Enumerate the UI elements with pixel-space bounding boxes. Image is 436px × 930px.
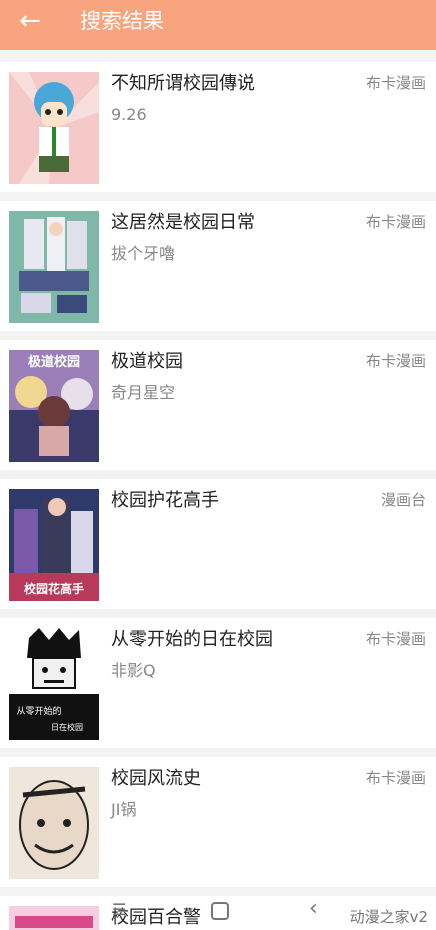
- comic-cover[interactable]: [9, 767, 99, 879]
- comic-cover[interactable]: [9, 211, 99, 323]
- result-card[interactable]: 校园风流史 JI锅 布卡漫画: [0, 757, 436, 887]
- result-card[interactable]: 不知所谓校园傳说 9.26 布卡漫画: [0, 62, 436, 192]
- result-card[interactable]: 从零开始的 日在校园 从零开始的日在校园 非影Q 布卡漫画: [0, 618, 436, 748]
- result-title: 校园护花高手: [111, 490, 219, 511]
- back-button[interactable]: ←: [14, 6, 46, 38]
- result-author: 9.26: [111, 105, 147, 124]
- result-source: 布卡漫画: [365, 769, 426, 787]
- cover-title-text: 极道校园: [28, 354, 80, 370]
- result-title: 不知所谓校园傳说: [111, 73, 255, 94]
- result-title: 极道校园: [111, 351, 183, 372]
- system-navbar: ☰ ‹ 动漫之家v2: [0, 896, 436, 930]
- result-source: 布卡漫画: [365, 630, 426, 648]
- result-author: 奇月星空: [111, 383, 176, 402]
- home-square-icon[interactable]: [211, 902, 229, 920]
- result-card[interactable]: 这居然是校园日常 拔个牙嚕 布卡漫画: [0, 201, 436, 331]
- menu-icon[interactable]: ☰: [112, 900, 126, 919]
- app-watermark: 动漫之家v2: [349, 908, 428, 926]
- result-title: 从零开始的日在校园: [111, 629, 273, 650]
- arrow-left-icon: ←: [19, 6, 41, 36]
- back-triangle-icon[interactable]: ‹: [309, 896, 318, 922]
- result-title: 这居然是校园日常: [111, 212, 255, 233]
- result-card[interactable]: 校园花高手 校园护花高手 漫画台: [0, 479, 436, 609]
- result-title: 校园风流史: [111, 768, 201, 789]
- result-source: 漫画台: [380, 491, 426, 509]
- comic-cover[interactable]: 从零开始的 日在校园: [9, 628, 99, 740]
- result-source: 布卡漫画: [365, 352, 426, 370]
- result-author: 拔个牙嚕: [111, 244, 176, 263]
- cover-title-text: 校园花高手: [24, 581, 84, 596]
- result-author: JI锅: [111, 800, 137, 819]
- result-source: 布卡漫画: [365, 213, 426, 231]
- result-author: 非影Q: [111, 661, 156, 680]
- result-card[interactable]: 极道校园 极道校园 奇月星空 布卡漫画: [0, 340, 436, 470]
- page-title: 搜索结果: [80, 9, 164, 33]
- result-source: 布卡漫画: [365, 74, 426, 92]
- comic-cover[interactable]: [9, 72, 99, 184]
- cover-subtitle-text: 日在校园: [51, 722, 83, 732]
- comic-cover[interactable]: 校园花高手: [9, 489, 99, 601]
- cover-title-text: 从零开始的: [16, 705, 61, 717]
- app-header: ← 搜索结果: [0, 0, 436, 50]
- comic-cover[interactable]: 极道校园: [9, 350, 99, 462]
